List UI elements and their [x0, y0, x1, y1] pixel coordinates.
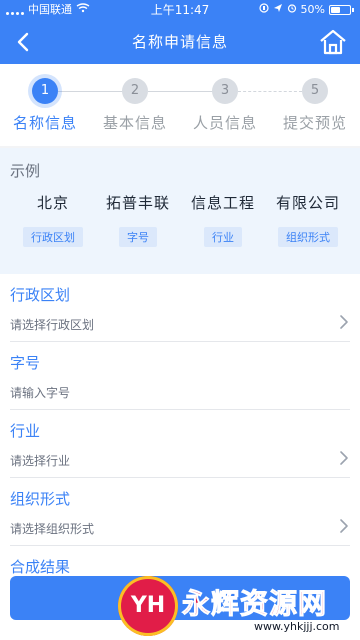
watermark-brand: 永辉资源网: [181, 587, 328, 621]
example-word: 北京: [36, 194, 69, 212]
example-word: 有限公司: [275, 194, 340, 212]
orientation-lock-icon: [258, 0, 269, 20]
field-trade-name[interactable]: 字号 请输入字号: [0, 342, 360, 410]
home-button[interactable]: [318, 28, 348, 56]
administrative-division-select[interactable]: 请选择行政区划: [10, 316, 94, 333]
example-section: 示例 北京 行政区划 拓普丰联 字号 信息工程 行业 有限公司 组织形式: [0, 148, 360, 274]
battery-percent: 50%: [300, 3, 325, 16]
step-1: 1 名称信息: [5, 78, 85, 133]
example-word: 拓普丰联: [105, 194, 170, 212]
step-label: 基本信息: [102, 114, 167, 132]
trade-name-input[interactable]: 请输入字号: [10, 384, 70, 401]
watermark: YH 永辉资源网 www.yhkjjj.com: [118, 572, 360, 640]
field-label: 行业: [10, 422, 41, 440]
example-tag: 组织形式: [278, 227, 338, 247]
progress-stepper: 1 名称信息 2 基本信息 3 人员信息 5 提交预览: [0, 64, 360, 146]
battery-icon: [329, 5, 351, 15]
step-number: 2: [122, 78, 148, 104]
example-word: 信息工程: [190, 194, 255, 212]
field-label: 组织形式: [10, 490, 71, 508]
home-icon: [320, 29, 346, 55]
example-column: 有限公司 组织形式: [265, 192, 351, 247]
step-2: 2 基本信息: [95, 78, 175, 133]
field-administrative-division[interactable]: 行政区划 请选择行政区划: [0, 274, 360, 342]
example-column: 信息工程 行业: [180, 192, 266, 247]
example-tag: 行政区划: [23, 227, 83, 247]
watermark-url: www.yhkjjj.com: [250, 620, 344, 633]
example-tag: 行业: [204, 227, 242, 247]
step-3: 3 人员信息: [185, 78, 265, 133]
location-icon: [273, 0, 283, 20]
alarm-icon: [287, 0, 297, 20]
status-bar: 中国联通 上午11:47 50%: [0, 0, 360, 20]
status-right: 50%: [258, 0, 354, 20]
step-number: 1: [32, 78, 58, 104]
organization-form-select[interactable]: 请选择组织形式: [10, 520, 94, 537]
page-title: 名称申请信息: [131, 33, 228, 51]
example-column: 北京 行政区划: [10, 192, 96, 247]
example-column: 拓普丰联 字号: [95, 192, 181, 247]
top-header: 中国联通 上午11:47 50% 名称申请信息: [0, 0, 360, 64]
nav-bar: 名称申请信息: [0, 20, 360, 64]
example-title: 示例: [10, 162, 41, 180]
step-label: 名称信息: [12, 114, 77, 132]
step-label: 人员信息: [192, 114, 257, 132]
field-label: 合成结果: [10, 558, 71, 576]
chevron-right-icon: [340, 315, 348, 329]
example-columns: 北京 行政区划 拓普丰联 字号 信息工程 行业 有限公司 组织形式: [0, 192, 360, 252]
step-5: 5 提交预览: [275, 78, 355, 133]
field-label: 字号: [10, 354, 41, 372]
chevron-right-icon: [340, 451, 348, 465]
field-industry[interactable]: 行业 请选择行业: [0, 410, 360, 478]
example-tag: 字号: [119, 227, 157, 247]
watermark-logo: YH: [118, 576, 178, 636]
step-number: 3: [212, 78, 238, 104]
chevron-right-icon: [340, 519, 348, 533]
field-label: 行政区划: [10, 286, 71, 304]
field-organization-form[interactable]: 组织形式 请选择组织形式: [0, 478, 360, 546]
battery-cap-icon: [352, 8, 354, 12]
step-label: 提交预览: [282, 114, 347, 132]
industry-select[interactable]: 请选择行业: [10, 452, 70, 469]
step-number: 5: [302, 78, 328, 104]
